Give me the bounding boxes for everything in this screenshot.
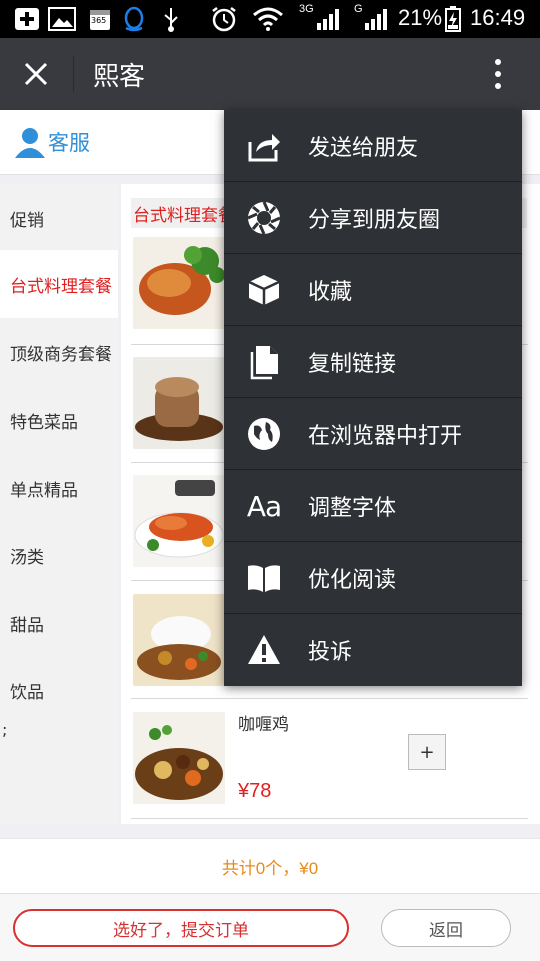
page-title: 熙客 <box>93 61 146 91</box>
food-image <box>133 237 225 329</box>
menu-item-label: 优化阅读 <box>308 567 397 592</box>
sidebar-item-specialty[interactable]: 特色菜品 <box>0 386 118 454</box>
more-dot-icon <box>495 59 501 65</box>
menu-item-reading-mode[interactable]: 优化阅读 <box>224 542 522 614</box>
menu-item-share-moments[interactable]: 分享到朋友圈 <box>224 182 522 254</box>
warning-icon <box>246 632 282 668</box>
total-bar: 共计0个，¥0 <box>0 838 540 893</box>
add-to-cart-button[interactable]: + <box>408 734 446 770</box>
sidebar-item-promotion[interactable]: 促销 <box>0 184 118 252</box>
sidebar-item-business-set[interactable]: 顶级商务套餐 <box>0 318 118 386</box>
close-icon <box>24 62 48 86</box>
bottom-action-bar: 选好了，提交订单 返回 <box>0 893 540 961</box>
menu-item-label: 发送给朋友 <box>308 135 419 160</box>
order-total: 共计0个，¥0 <box>221 858 319 878</box>
more-dot-icon <box>495 83 501 89</box>
battery-charging-icon <box>445 6 461 32</box>
calendar-icon-text: 365 <box>91 16 107 25</box>
image-icon <box>48 7 76 31</box>
menu-item-label: 收藏 <box>308 279 353 304</box>
menu-item-favorite[interactable]: 收藏 <box>224 254 522 326</box>
font-size-icon: Aa <box>246 489 282 523</box>
menu-item-label: 复制链接 <box>308 351 397 376</box>
product-price: ¥78 <box>238 780 272 802</box>
sidebar-item-a-la-carte[interactable]: 单点精品 <box>0 454 118 522</box>
more-options-button[interactable] <box>478 52 518 96</box>
back-button[interactable]: 返回 <box>381 909 511 947</box>
status-bar: 365 3G G 21% 16:49 <box>0 0 540 38</box>
menu-item-label: 调整字体 <box>308 495 397 520</box>
signal-icon <box>364 7 390 31</box>
qq-icon <box>122 6 146 32</box>
stray-text: ; <box>2 720 8 739</box>
browser-globe-icon <box>246 416 282 452</box>
signal-icon <box>316 7 342 31</box>
menu-item-label: 在浏览器中打开 <box>308 423 463 448</box>
title-bar: 熙客 <box>0 38 540 110</box>
more-dot-icon <box>495 71 501 77</box>
menu-item-copy-link[interactable]: 复制链接 <box>224 326 522 398</box>
favorite-box-icon <box>246 272 282 308</box>
sidebar-item-soup[interactable]: 汤类 <box>0 521 118 589</box>
usb-icon <box>160 7 182 32</box>
alarm-icon <box>210 7 238 32</box>
menu-item-label: 投诉 <box>308 639 353 664</box>
menu-item-open-browser[interactable]: 在浏览器中打开 <box>224 398 522 470</box>
menu-item-font-size[interactable]: Aa 调整字体 <box>224 470 522 542</box>
submit-order-button[interactable]: 选好了，提交订单 <box>13 909 349 947</box>
food-image <box>133 357 225 449</box>
add-icon <box>14 7 40 31</box>
wifi-icon <box>252 7 284 31</box>
food-image <box>133 475 225 567</box>
person-icon <box>15 128 45 158</box>
category-header-label: 台式料理套餐 <box>133 206 235 225</box>
sidebar-item-taiwanese-set[interactable]: 台式料理套餐 <box>0 250 118 318</box>
share-icon <box>246 128 282 164</box>
food-image <box>133 594 225 686</box>
menu-item-report[interactable]: 投诉 <box>224 614 522 686</box>
product-name: 咖喱鸡 <box>238 715 289 734</box>
list-item[interactable]: 咖喱鸡 ¥78 + <box>131 698 528 819</box>
reading-book-icon <box>246 560 282 596</box>
category-sidebar: 促销 台式料理套餐 顶级商务套餐 特色菜品 单点精品 汤类 甜品 饮品 <box>0 184 118 824</box>
menu-item-label: 分享到朋友圈 <box>308 207 441 232</box>
title-divider <box>73 56 74 92</box>
calendar-icon: 365 <box>88 7 112 31</box>
food-image <box>133 712 225 804</box>
copy-link-icon <box>246 344 282 380</box>
battery-percent: 21% <box>398 5 443 30</box>
options-menu: 发送给朋友 分享到朋友圈 收藏 复制链接 在浏览器中打开 Aa 调整字体 优化阅… <box>224 110 522 686</box>
customer-service-button[interactable]: 客服 <box>14 126 90 158</box>
menu-item-send-to-friend[interactable]: 发送给朋友 <box>224 110 522 182</box>
network-g-label: G <box>354 3 363 15</box>
network-3g-label: 3G <box>299 3 314 15</box>
close-button[interactable] <box>14 52 58 96</box>
clock-time: 16:49 <box>470 5 526 30</box>
customer-service-label: 客服 <box>48 132 90 155</box>
sidebar-item-drinks[interactable]: 饮品 <box>0 656 118 724</box>
moments-icon <box>246 200 282 236</box>
sidebar-item-dessert[interactable]: 甜品 <box>0 589 118 657</box>
